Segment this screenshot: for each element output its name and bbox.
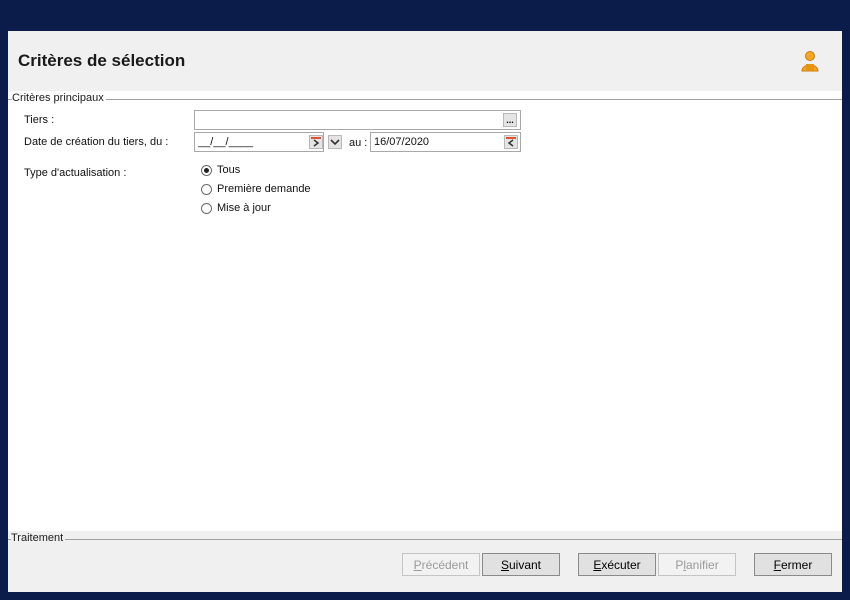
precedent-button[interactable]: Précédent [402,553,480,576]
page-title: Critères de sélection [18,51,186,70]
radio-label: Mise à jour [217,202,271,214]
dialog-window: Critères de sélection Critères principau… [8,31,842,592]
radio-button[interactable] [201,202,212,214]
fermer-button[interactable]: Fermer [754,553,832,576]
user-icon[interactable] [798,49,822,73]
precedent-accel: P [413,557,422,572]
date-to-calendar-button[interactable] [504,135,518,149]
ellipsis-icon: ... [506,115,514,125]
radio-option-mise-a-jour[interactable]: Mise à jour [201,202,271,214]
executer-button[interactable]: Exécuter [578,553,656,576]
radio-option-premiere-demande[interactable]: Première demande [201,183,311,195]
radio-label: Première demande [217,183,311,195]
tiers-label: Tiers : [24,114,55,126]
tiers-input[interactable] [194,110,521,130]
fermer-accel: F [773,557,781,572]
calendar-arrow-left-icon [506,137,516,147]
traitement-group-line [8,539,842,540]
chevron-down-icon [330,139,340,146]
tiers-browse-button[interactable]: ... [503,113,517,127]
suivant-accel: S [500,557,509,572]
traitement-group-label: Traitement [11,532,66,544]
radio-button[interactable] [201,164,212,176]
date-to-label: au : [349,137,368,149]
date-label: Date de création du tiers, du : [24,136,169,148]
criteria-group-line [8,99,842,100]
date-from-dropdown-button[interactable] [328,135,342,149]
executer-label: xécuter [601,557,641,572]
radio-option-tous[interactable]: Tous [201,164,240,176]
planifier-button[interactable]: Pl anifier [658,553,736,576]
date-to-input[interactable] [370,132,521,152]
precedent-label: récédent [421,557,469,572]
suivant-label: uivant [508,557,542,572]
suivant-button[interactable]: Suivant [482,553,560,576]
date-from-calendar-button[interactable] [309,135,323,149]
radio-label: Tous [217,164,241,176]
calendar-arrow-icon [311,137,321,147]
criteria-group-label: Critères principaux [12,92,106,104]
radio-button[interactable] [201,183,212,195]
planifier-label: anifier [686,557,719,572]
type-label: Type d'actualisation : [24,167,127,179]
date-from-input[interactable] [194,132,324,152]
fermer-label: ermer [781,557,813,572]
planifier-label-pre: P [675,557,684,572]
executer-accel: E [593,557,602,572]
header-bar: Critères de sélection [8,31,842,91]
